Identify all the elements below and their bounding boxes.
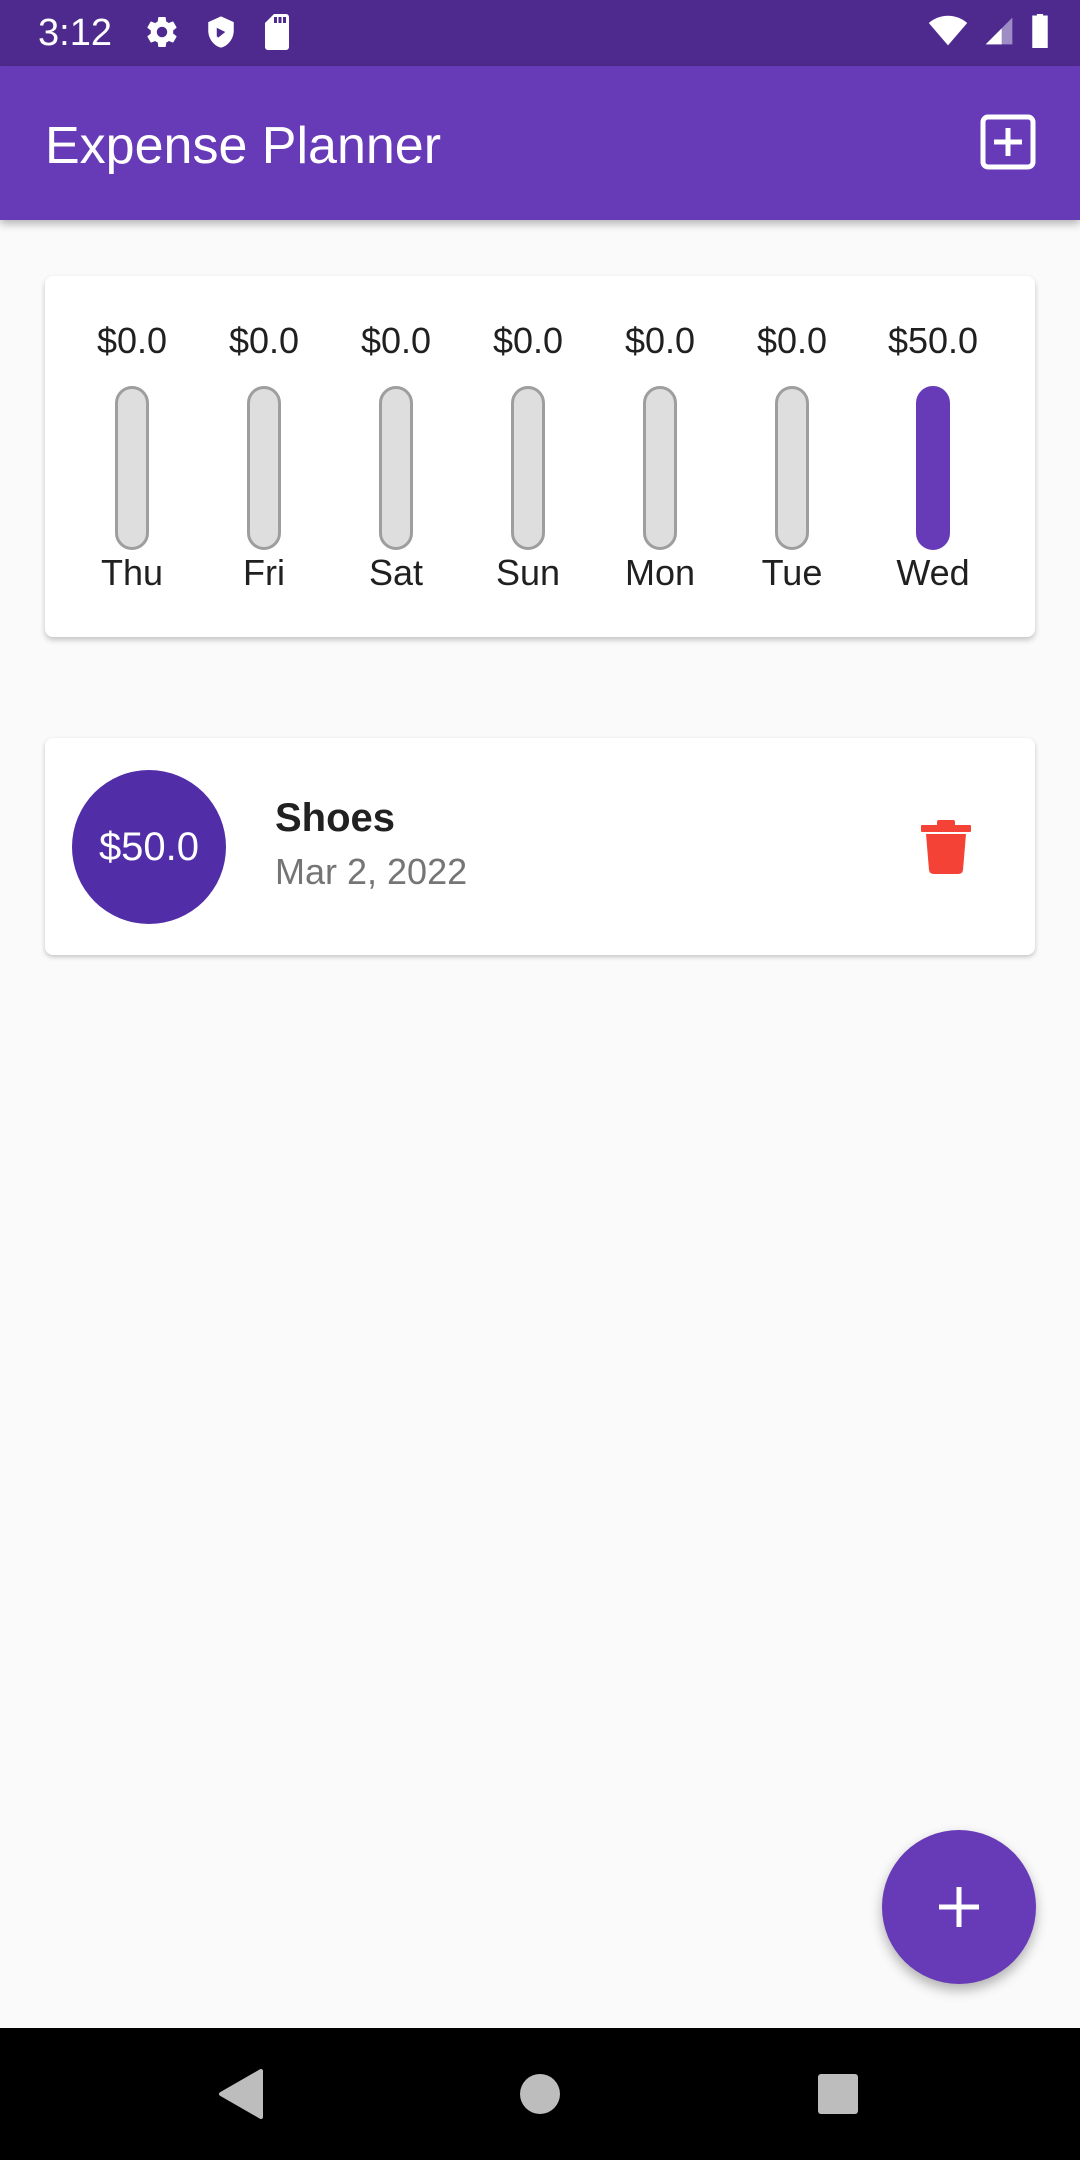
chart-column-sun: $0.0 Sun: [462, 276, 594, 637]
chart-amount: $0.0: [756, 320, 828, 361]
chart-day-label: Mon: [624, 552, 696, 593]
chart-column-thu: $0.0 Thu: [66, 276, 198, 637]
delete-transaction-button[interactable]: [921, 820, 971, 874]
battery-icon: [1030, 14, 1050, 53]
plus-icon: [939, 1887, 979, 1927]
status-icons-left: [144, 14, 292, 55]
chart-bar-fill: [919, 389, 947, 547]
signal-icon: [982, 15, 1016, 52]
status-time: 3:12: [38, 12, 112, 54]
chart-bar: [511, 386, 545, 550]
add-expense-button[interactable]: [980, 114, 1036, 170]
chart-bar: [916, 386, 950, 550]
back-icon: [219, 2069, 263, 2119]
transaction-amount: $50.0: [98, 824, 200, 869]
add-box-icon: [980, 114, 1036, 170]
chart-day-label: Fri: [243, 552, 285, 593]
chart-bar: [643, 386, 677, 550]
nav-recents-button[interactable]: [798, 2028, 878, 2160]
chart-bar: [115, 386, 149, 550]
transaction-amount-avatar: $50.0: [72, 770, 226, 924]
chart-column-wed: $50.0 Wed: [858, 276, 1008, 637]
recents-icon: [818, 2074, 858, 2114]
transaction-list-item[interactable]: $50.0 Shoes Mar 2, 2022: [45, 738, 1035, 955]
chart-column-fri: $0.0 Fri: [198, 276, 330, 637]
shield-icon: [204, 14, 238, 55]
app-bar: Expense Planner: [0, 66, 1080, 220]
transaction-date: Mar 2, 2022: [275, 851, 468, 892]
chart-day-label: Sat: [368, 552, 424, 593]
chart-day-label: Wed: [896, 552, 970, 593]
gear-icon: [144, 14, 180, 55]
wifi-icon: [928, 15, 968, 52]
chart-bar: [775, 386, 809, 550]
weekly-chart-card: $0.0 Thu $0.0 Fri $0.0 Sat $0.0 Sun $0.0…: [45, 276, 1035, 637]
app-title: Expense Planner: [45, 117, 442, 175]
chart-day-label: Thu: [100, 552, 164, 593]
chart-column-mon: $0.0 Mon: [594, 276, 726, 637]
chart-amount: $0.0: [624, 320, 696, 361]
nav-back-button[interactable]: [200, 2028, 280, 2160]
status-bar: 3:12: [0, 0, 1080, 66]
status-icons-right: [928, 14, 1050, 53]
chart-column-sat: $0.0 Sat: [330, 276, 462, 637]
sd-card-icon: [262, 14, 292, 55]
chart-amount: $50.0: [887, 320, 979, 361]
chart-amount: $0.0: [96, 320, 168, 361]
nav-home-button[interactable]: [500, 2028, 580, 2160]
chart-amount: $0.0: [360, 320, 432, 361]
home-icon: [520, 2074, 560, 2114]
chart-day-label: Sun: [495, 552, 561, 593]
system-nav-bar: [0, 2028, 1080, 2160]
chart-amount: $0.0: [228, 320, 300, 361]
chart-bar: [247, 386, 281, 550]
chart-bar: [379, 386, 413, 550]
chart-day-label: Tue: [761, 552, 823, 593]
chart-column-tue: $0.0 Tue: [726, 276, 858, 637]
transaction-title: Shoes: [275, 796, 396, 840]
add-transaction-fab[interactable]: [882, 1830, 1036, 1984]
trash-icon: [921, 820, 971, 874]
chart-amount: $0.0: [492, 320, 564, 361]
